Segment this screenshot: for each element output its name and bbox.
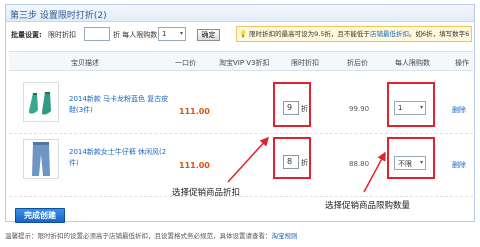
col-vip-discount: 淘宝VIP V3折扣	[219, 59, 270, 67]
batch-discount-label: 限时折扣	[48, 31, 76, 39]
discount-hint: 💡 限时折扣的最高可设为9.5折，且不能低于店铺最低折扣。如6折，填写数字6	[236, 26, 472, 42]
col-after-price: 折后价	[347, 59, 368, 67]
footer-text: 温馨提示：限时折扣的设置必须高于店铺最低折扣，且设置格式务必规范，具体设置请查看…	[5, 232, 272, 240]
chevron-down-icon: ▾	[419, 104, 423, 111]
finish-create-button[interactable]: 完成创建	[15, 208, 65, 223]
product-thumbnail[interactable]	[23, 139, 59, 179]
table-header: 宝贝描述 一口价 淘宝VIP V3折扣 限时折扣 折后价 每人限购数 操作	[9, 51, 473, 71]
delete-link[interactable]: 删除	[452, 160, 466, 170]
batch-settings: 批量设置: 限时折扣 折 每人限购数 1 ▾ 确定 💡 限时折扣的最高可设为9.5…	[6, 22, 474, 46]
product-price: 111.00	[179, 107, 210, 116]
annotation-limit: 选择促销商品限购数量	[325, 201, 411, 211]
product-thumbnail[interactable]	[23, 82, 59, 122]
product-name-link[interactable]: 2014新款女士牛仔裤 休闲风(2件)	[69, 147, 173, 169]
lightbulb-icon: 💡	[239, 30, 248, 38]
hint-text-2: 。如6折，填写数字6	[408, 30, 470, 38]
batch-confirm-button[interactable]: 确定	[197, 29, 220, 41]
hint-text: 限时折扣的最高可设为9.5折，且不能低于	[249, 30, 370, 38]
step-titlebar: 第三步 设置限时打折(2)	[6, 5, 474, 22]
shoes-image	[29, 92, 51, 115]
footer-rules-link[interactable]: 淘宝规则	[272, 232, 298, 240]
product-name-link[interactable]: 2014新款 马卡龙粉蓝色 复古皮鞋(3件)	[69, 94, 173, 116]
batch-label: 批量设置:	[11, 31, 42, 39]
col-limited-discount: 限时折扣	[291, 59, 319, 67]
jeans-image	[32, 142, 50, 176]
table-row: 2014新款女士牛仔裤 休闲风(2件) 111.00 8 折 88.80 不限 …	[9, 135, 473, 197]
batch-limit-value: 1	[162, 30, 167, 38]
chevron-down-icon: ▾	[419, 159, 423, 166]
limit-value: 1	[398, 104, 403, 112]
discount-input[interactable]: 9	[283, 101, 299, 115]
col-limit: 每人限购数	[395, 59, 430, 67]
col-price: 一口价	[175, 59, 196, 67]
limit-select[interactable]: 不限 ▾	[394, 156, 426, 170]
batch-limit-select[interactable]: 1 ▾	[158, 27, 186, 41]
col-description: 宝贝描述	[71, 59, 99, 67]
batch-discount-input[interactable]	[84, 27, 110, 41]
after-price: 88.80	[349, 160, 370, 168]
after-price: 99.90	[349, 105, 370, 113]
col-action: 操作	[455, 59, 469, 67]
limit-select[interactable]: 1 ▾	[394, 101, 426, 115]
discount-unit: 折	[301, 159, 308, 167]
batch-limit-label: 折 每人限购数	[113, 31, 158, 39]
step-title: 第三步 设置限时打折(2)	[10, 11, 107, 21]
delete-link[interactable]: 删除	[452, 105, 466, 115]
hint-link[interactable]: 店铺最低折扣	[370, 30, 409, 38]
table-row: 2014新款 马卡龙粉蓝色 复古皮鞋(3件) 111.00 9 折 99.90 …	[9, 72, 473, 134]
footer-tip: 温馨提示：限时折扣的设置必须高于店铺最低折扣，且设置格式务必规范，具体设置请查看…	[5, 230, 298, 240]
chevron-down-icon: ▾	[179, 30, 183, 37]
limit-value: 不限	[398, 160, 412, 168]
discount-input[interactable]: 8	[283, 155, 299, 169]
discount-unit: 折	[301, 105, 308, 113]
annotation-discount: 选择促销商品折扣	[172, 188, 241, 198]
product-price: 111.00	[179, 161, 210, 170]
